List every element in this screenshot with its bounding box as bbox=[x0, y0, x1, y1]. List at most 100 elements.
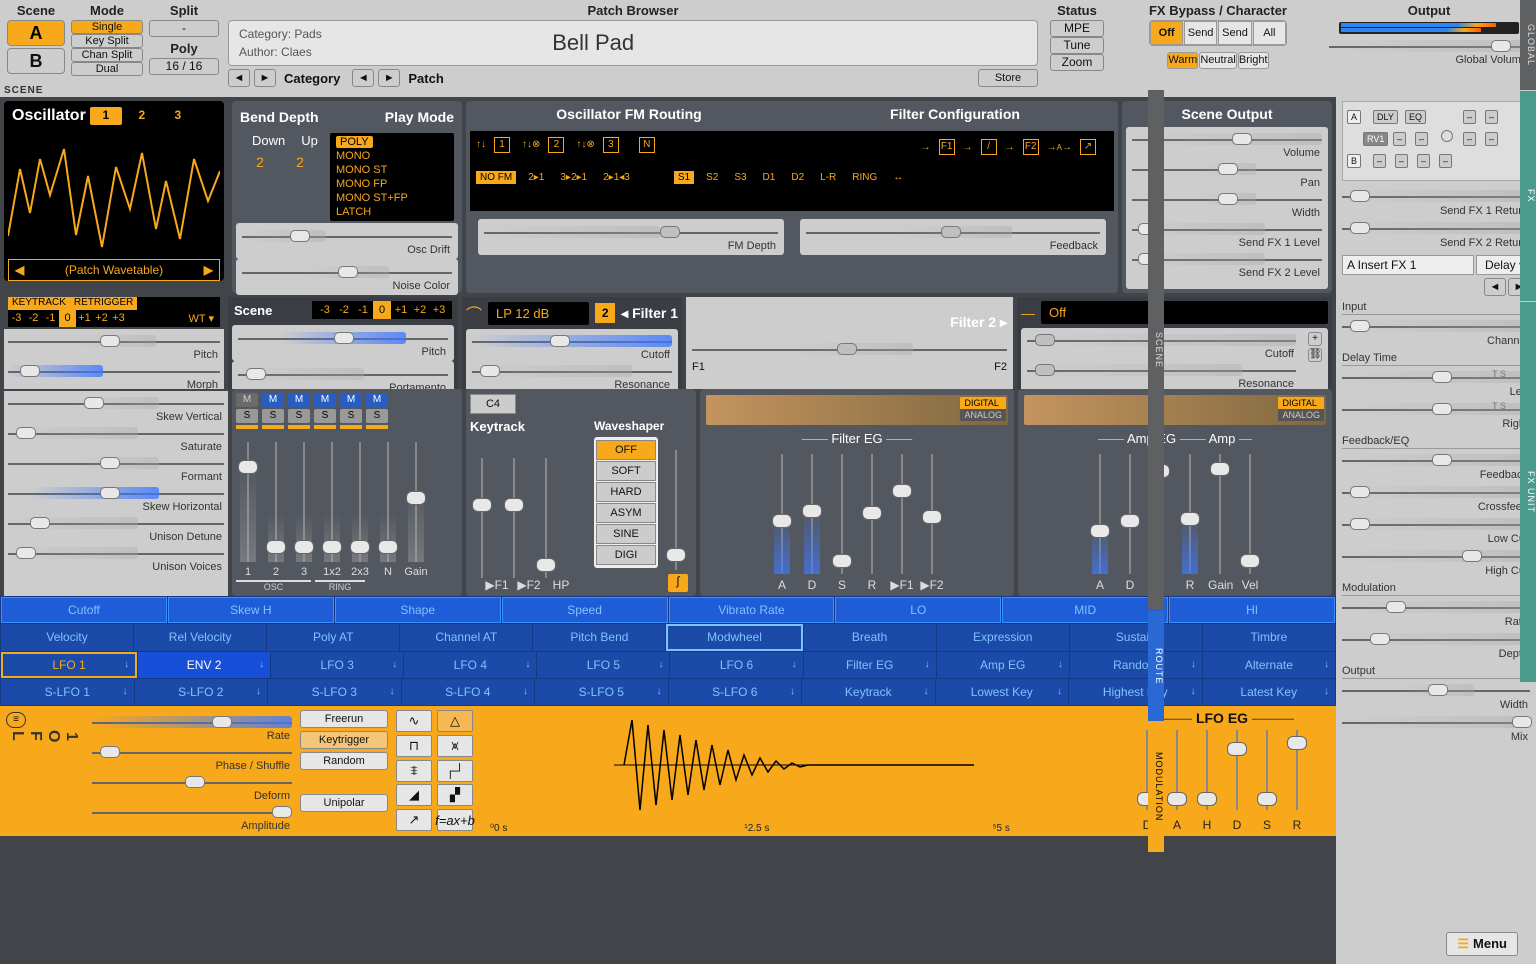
osc-tab-2[interactable]: 2 bbox=[126, 107, 158, 125]
feg-display[interactable]: DIGITALANALOG bbox=[706, 395, 1008, 425]
noise-color-slider[interactable] bbox=[242, 264, 452, 282]
lfo-shape-noise[interactable]: ⩨ bbox=[396, 760, 432, 782]
route-amp-eg[interactable]: Amp EG↓ bbox=[937, 652, 1069, 678]
mixer-m1[interactable]: M bbox=[236, 393, 258, 407]
fxd-a[interactable]: A bbox=[1347, 110, 1361, 124]
lfo-waveform-display[interactable]: ⁰0 s ¹2.5 s ⁵5 s bbox=[484, 710, 1104, 832]
fm-box-3[interactable]: 3 bbox=[603, 137, 619, 153]
ws-digi[interactable]: DIGI bbox=[596, 545, 656, 565]
aeg-a-slider[interactable] bbox=[1088, 454, 1112, 574]
route-lo[interactable]: LO bbox=[835, 597, 1001, 623]
soct-m3[interactable]: -3 bbox=[316, 301, 334, 319]
route-pitch-bend[interactable]: Pitch Bend bbox=[533, 624, 665, 650]
sidetab-fxunit[interactable]: FX UNIT bbox=[1520, 302, 1536, 682]
scene-b-button[interactable]: B bbox=[7, 48, 65, 74]
kt-f2-slider[interactable] bbox=[502, 458, 526, 578]
filter1-subtype[interactable]: 2 bbox=[595, 303, 615, 323]
feg-s-slider[interactable] bbox=[830, 454, 854, 574]
ws-off[interactable]: OFF bbox=[596, 440, 656, 460]
ws-curve-icon[interactable]: ∫ bbox=[668, 574, 688, 592]
route-sustain[interactable]: Sustain bbox=[1070, 624, 1202, 650]
lfo-freerun[interactable]: Freerun bbox=[300, 710, 388, 728]
oct-0[interactable]: 0 bbox=[59, 310, 76, 327]
fm-321[interactable]: 3▸2▸1 bbox=[556, 171, 591, 184]
aeg-r-slider[interactable] bbox=[1178, 454, 1202, 574]
osc-retrigger-toggle[interactable]: RETRIGGER bbox=[70, 295, 137, 310]
fxbypass-all[interactable]: All bbox=[1253, 21, 1286, 45]
oct-m2[interactable]: -2 bbox=[25, 310, 42, 327]
route-skew-h[interactable]: Skew H bbox=[168, 597, 334, 623]
fcfg-d2[interactable]: D2 bbox=[787, 171, 808, 184]
menu-button[interactable]: ☰Menu bbox=[1446, 932, 1518, 956]
fxd-rv[interactable]: RV1 bbox=[1363, 132, 1388, 146]
route-hi[interactable]: HI bbox=[1169, 597, 1335, 623]
route-s-lfo-4[interactable]: S-LFO 4↓ bbox=[402, 679, 535, 705]
lfo-shape-formula[interactable]: f=ax+b bbox=[437, 809, 473, 831]
patch-prev-button[interactable]: ◄ bbox=[352, 69, 374, 87]
fcfg-ring[interactable]: RING bbox=[848, 171, 881, 184]
fcfg-s3[interactable]: S3 bbox=[730, 171, 750, 184]
route-timbre[interactable]: Timbre bbox=[1203, 624, 1335, 650]
oct-p3[interactable]: +3 bbox=[110, 310, 127, 327]
fx-channel-slider[interactable] bbox=[1342, 318, 1530, 336]
lfoeg-s-slider[interactable] bbox=[1255, 730, 1279, 810]
wt-next-icon[interactable]: ▶ bbox=[198, 263, 219, 277]
ws-asym[interactable]: ASYM bbox=[596, 503, 656, 523]
route-s-lfo-2[interactable]: S-LFO 2↓ bbox=[135, 679, 268, 705]
mixer-gain-slider[interactable] bbox=[404, 442, 428, 562]
lfo-shape-mseg[interactable]: ↗ bbox=[396, 809, 432, 831]
filter-balance-slider[interactable] bbox=[692, 341, 1007, 359]
soct-p2[interactable]: +2 bbox=[411, 301, 429, 319]
lfo-random[interactable]: Random bbox=[300, 752, 388, 770]
route-lfo-5[interactable]: LFO 5↓ bbox=[537, 652, 669, 678]
lfo-deform-slider[interactable] bbox=[92, 774, 292, 788]
mixer-osc1-slider[interactable] bbox=[236, 442, 260, 562]
feg-f1-slider[interactable] bbox=[890, 454, 914, 574]
fcfg-s2[interactable]: S2 bbox=[702, 171, 722, 184]
mixer-ring23-slider[interactable] bbox=[348, 442, 372, 562]
route-keytrack[interactable]: Keytrack↓ bbox=[802, 679, 935, 705]
aeg-vel-slider[interactable] bbox=[1238, 454, 1262, 574]
mixer-s4[interactable]: S bbox=[314, 409, 336, 423]
fx-modrate-slider[interactable] bbox=[1342, 599, 1530, 617]
mixer-s6[interactable]: S bbox=[366, 409, 388, 423]
route-s-lfo-6[interactable]: S-LFO 6↓ bbox=[669, 679, 802, 705]
fx-feedback-slider[interactable] bbox=[1342, 452, 1530, 470]
route-lfo-3[interactable]: LFO 3↓ bbox=[271, 652, 403, 678]
playmode-mono[interactable]: MONO bbox=[336, 149, 448, 163]
lfo-shape-sine[interactable]: ∿ bbox=[396, 710, 432, 732]
status-tune[interactable]: Tune bbox=[1050, 37, 1104, 54]
ws-hard[interactable]: HARD bbox=[596, 482, 656, 502]
mode-keysplit[interactable]: Key Split bbox=[71, 34, 143, 48]
mixer-ring12-slider[interactable] bbox=[320, 442, 344, 562]
fxd-b[interactable]: B bbox=[1347, 154, 1361, 168]
fx-highcut-slider[interactable] bbox=[1342, 548, 1530, 566]
lfo-shape-step[interactable]: ▞ bbox=[437, 784, 473, 806]
oct-m3[interactable]: -3 bbox=[8, 310, 25, 327]
fxbypass-sendglobal[interactable]: Send & Global bbox=[1218, 21, 1252, 45]
fcfg-f2[interactable]: F2 bbox=[1023, 139, 1039, 155]
fx-lowcut-slider[interactable] bbox=[1342, 516, 1530, 534]
osc-type-drop[interactable]: WT ▾ bbox=[183, 310, 220, 327]
lfo-keytrigger[interactable]: Keytrigger bbox=[300, 731, 388, 749]
route-lfo-1[interactable]: LFO 1↓ bbox=[1, 652, 137, 678]
fx-slot-selector[interactable]: A Insert FX 1 bbox=[1342, 255, 1474, 275]
soct-m2[interactable]: -2 bbox=[335, 301, 353, 319]
wt-prev-icon[interactable]: ◀ bbox=[9, 263, 30, 277]
aeg-gain-slider[interactable] bbox=[1208, 454, 1232, 574]
osc-pitch-slider[interactable] bbox=[8, 333, 220, 351]
lfo-unipolar[interactable]: Unipolar bbox=[300, 794, 388, 812]
playmode-monofp[interactable]: MONO FP bbox=[336, 177, 448, 191]
route-random[interactable]: Random↓ bbox=[1070, 652, 1202, 678]
mixer-osc2-slider[interactable] bbox=[264, 442, 288, 562]
feedback-slider[interactable] bbox=[806, 224, 1100, 242]
fx-left-slider[interactable]: T S bbox=[1342, 369, 1530, 387]
lfoeg-h-slider[interactable] bbox=[1195, 730, 1219, 810]
kt-hp-slider[interactable] bbox=[534, 458, 558, 578]
fx-width-slider[interactable] bbox=[1342, 682, 1530, 700]
poly-value[interactable]: 16 / 16 bbox=[149, 58, 219, 75]
bend-down-value[interactable]: 2 bbox=[240, 154, 280, 170]
filter1-res-slider[interactable] bbox=[472, 363, 672, 381]
mixer-m6[interactable]: M bbox=[366, 393, 388, 407]
mixer-osc3-slider[interactable] bbox=[292, 442, 316, 562]
